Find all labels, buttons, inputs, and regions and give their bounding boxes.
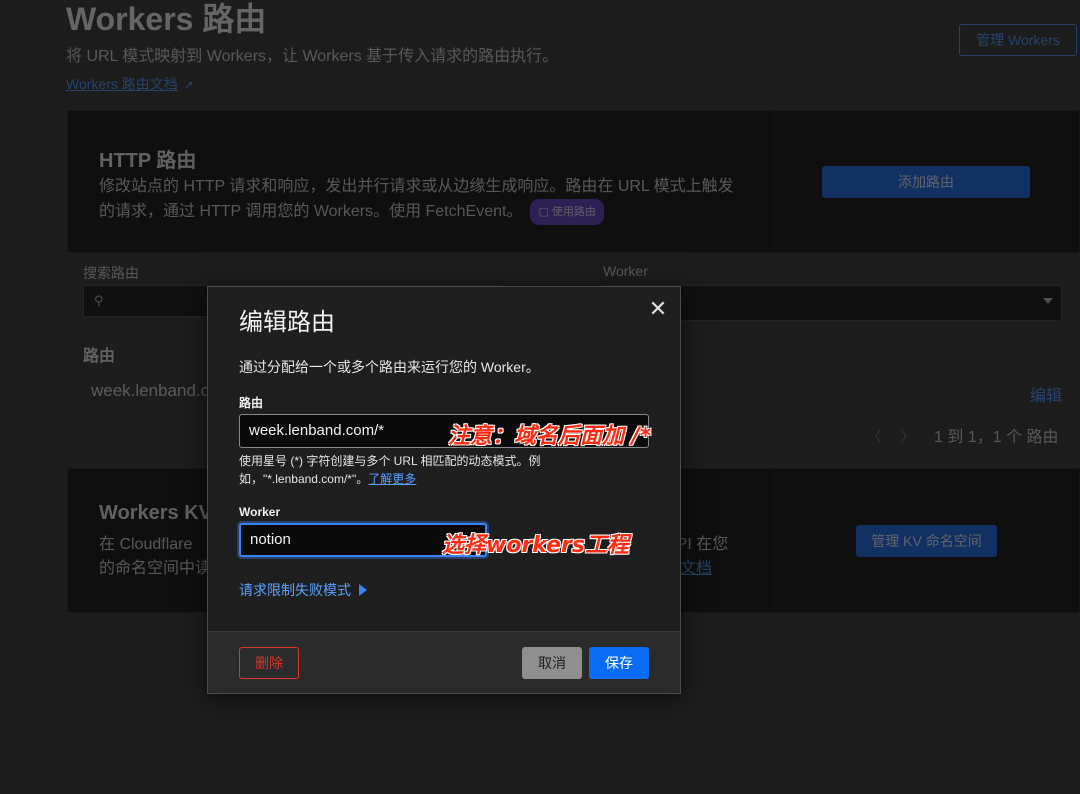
learn-more-link[interactable]: 了解更多 bbox=[368, 472, 416, 486]
http-routes-description: 修改站点的 HTTP 请求和响应，发出并行请求或从边缘生成响应。路由在 URL … bbox=[99, 175, 749, 225]
external-link-icon: ↗ bbox=[183, 78, 194, 92]
worker-annotation-note: 选择workers工程 bbox=[442, 533, 630, 558]
route-annotation-note: 注意：域名后面加 /* bbox=[448, 424, 652, 449]
toggle-label: 请求限制失败模式 bbox=[239, 582, 351, 598]
route-field-label: 路由 bbox=[239, 396, 264, 410]
chevron-down-icon bbox=[1043, 298, 1053, 304]
manage-kv-namespaces-button[interactable]: 管理 KV 命名空间 bbox=[856, 525, 997, 557]
dialog-title: 编辑路由 bbox=[239, 309, 335, 336]
workers-kv-docs-link[interactable]: 文档 bbox=[680, 557, 712, 581]
cancel-button[interactable]: 取消 bbox=[522, 647, 582, 679]
dialog-footer: 删除 取消 保存 bbox=[208, 631, 680, 693]
next-page-icon[interactable]: 〉 bbox=[900, 429, 916, 446]
close-icon[interactable]: ✕ bbox=[648, 297, 668, 321]
page-title: Workers 路由 bbox=[66, 1, 267, 37]
delete-button[interactable]: 删除 bbox=[239, 647, 299, 679]
http-routes-description-text: 修改站点的 HTTP 请求和响应，发出并行请求或从边缘生成响应。路由在 URL … bbox=[99, 178, 734, 221]
badge-label: 使用路由 bbox=[551, 206, 596, 218]
search-icon: ⚲ bbox=[94, 293, 104, 308]
workers-kv-description-1: 在 Cloudflare bbox=[99, 536, 193, 553]
http-routes-card: HTTP 路由 修改站点的 HTTP 请求和响应，发出并行请求或从边缘生成响应。… bbox=[67, 110, 1080, 253]
edit-route-dialog: 编辑路由 ✕ 通过分配给一个或多个路由来运行您的 Worker。 路由 week… bbox=[207, 286, 681, 694]
http-routes-title: HTTP 路由 bbox=[99, 150, 197, 172]
edit-route-link[interactable]: 编辑 bbox=[1030, 382, 1062, 406]
workers-kv-title: Workers KV bbox=[99, 502, 213, 524]
workers-routes-docs-link[interactable]: Workers 路由文档 ↗ bbox=[66, 74, 194, 94]
worker-field-label: Worker bbox=[239, 505, 281, 519]
route-help-text: 使用星号 (*) 字符创建与多个 URL 相匹配的动态模式。例如，"*.lenb… bbox=[239, 452, 569, 488]
dialog-description: 通过分配给一个或多个路由来运行您的 Worker。 bbox=[239, 359, 540, 375]
workers-kv-description-2: 的命名空间中读 bbox=[99, 560, 212, 577]
docs-link-label: Workers 路由文档 bbox=[66, 76, 178, 92]
request-limit-failure-mode-toggle[interactable]: 请求限制失败模式 bbox=[239, 580, 367, 600]
caret-right-icon bbox=[359, 584, 367, 596]
page-subtitle: 将 URL 模式映射到 Workers，让 Workers 基于传入请求的路由执… bbox=[66, 48, 559, 65]
manage-workers-button[interactable]: 管理 Workers bbox=[959, 24, 1077, 56]
card-divider bbox=[774, 469, 775, 612]
save-button[interactable]: 保存 bbox=[589, 647, 649, 679]
pagination: 〈 〉 1 到 1，1 个 路由 bbox=[866, 423, 1059, 447]
use-routes-badge[interactable]: ▢ 使用路由 bbox=[530, 199, 604, 225]
add-route-button[interactable]: 添加路由 bbox=[822, 166, 1030, 198]
search-routes-label: 搜索路由 bbox=[83, 265, 139, 281]
prev-page-icon[interactable]: 〈 bbox=[866, 429, 882, 446]
card-divider bbox=[774, 111, 775, 252]
routes-heading: 路由 bbox=[83, 348, 116, 365]
worker-filter-label: Worker bbox=[603, 263, 648, 279]
route-row-pattern: week.lenband.c bbox=[91, 381, 210, 400]
pagination-label: 1 到 1，1 个 路由 bbox=[934, 429, 1059, 446]
